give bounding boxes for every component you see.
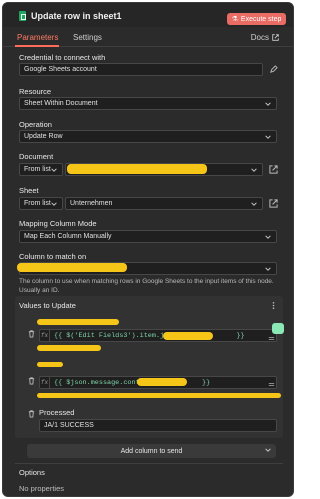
processed-input[interactable]: JA/1 SUCCESS	[39, 419, 277, 432]
execute-step-label: Execute step	[240, 15, 282, 23]
sheet-value: Unternehmen	[70, 200, 113, 207]
add-column-label: Add column to send	[120, 447, 183, 455]
options-label: Options	[19, 468, 45, 477]
drag-handle-icon[interactable]	[267, 380, 276, 389]
resource-select[interactable]: Sheet Within Document	[19, 97, 277, 110]
assistant-bot-icon[interactable]	[272, 323, 284, 334]
resource-value: Sheet Within Document	[24, 100, 98, 107]
external-link-icon[interactable]	[269, 199, 278, 208]
external-link-icon[interactable]	[269, 165, 278, 174]
mapping-mode-value: Map Each Column Manually	[24, 233, 112, 240]
chevron-down-icon	[51, 202, 57, 206]
trash-icon[interactable]	[27, 329, 36, 338]
expression-1-text: {{ $('Edit Fields3').item.json.	[54, 331, 181, 340]
tab-settings[interactable]: Settings	[73, 33, 102, 42]
credential-label: Credential to connect with	[19, 53, 106, 62]
credential-value: Google Sheets account	[24, 66, 97, 73]
sheet-label: Sheet	[19, 186, 39, 195]
values-to-update-label: Values to Update	[19, 301, 76, 310]
google-sheets-icon	[19, 11, 26, 21]
options-divider	[15, 463, 283, 464]
external-link-icon	[272, 34, 279, 41]
chevron-down-icon	[265, 102, 271, 106]
chevron-down-icon	[251, 168, 257, 172]
tab-bar: Parameters Settings Docs	[3, 31, 293, 47]
active-tab-indicator	[15, 45, 59, 47]
document-mode-value: From list	[24, 166, 51, 173]
sheet-mode-select[interactable]: From list	[19, 197, 63, 210]
chevron-down-icon	[265, 267, 271, 271]
redaction-mark	[37, 345, 101, 351]
operation-value: Update Row	[24, 133, 63, 140]
chevron-down-icon	[51, 168, 57, 172]
column-match-label: Column to match on	[19, 252, 87, 261]
drag-handle-icon[interactable]	[267, 334, 276, 343]
docs-link[interactable]: Docs	[251, 33, 279, 42]
sheet-select[interactable]: Unternehmen	[65, 197, 263, 210]
node-panel: Update row in sheet1 ⚗ Execute step Para…	[2, 2, 294, 497]
add-column-select[interactable]: Add column to send	[27, 444, 276, 458]
execute-step-button[interactable]: ⚗ Execute step	[227, 13, 286, 25]
mapping-mode-label: Mapping Column Mode	[19, 219, 97, 228]
redaction-mark	[17, 263, 127, 272]
fx-icon: fx	[40, 377, 50, 388]
resource-label: Resource	[19, 87, 52, 96]
processed-label: Processed	[39, 408, 75, 417]
tab-parameters[interactable]: Parameters	[17, 33, 58, 42]
expression-input-1[interactable]: fx {{ $('Edit Fields3').item.json. }}	[39, 329, 277, 342]
column-match-hint: The column to use when matching rows in …	[19, 278, 274, 294]
docs-label: Docs	[250, 33, 269, 42]
panel-header: Update row in sheet1 ⚗ Execute step	[3, 3, 293, 27]
chevron-down-icon	[265, 448, 271, 452]
flask-icon: ⚗	[231, 16, 238, 23]
document-mode-select[interactable]: From list	[19, 163, 63, 176]
chevron-down-icon	[251, 202, 257, 206]
expression-2-end: }}	[201, 378, 211, 387]
redaction-mark	[163, 332, 213, 340]
chevron-down-icon	[265, 235, 271, 239]
mapping-mode-select[interactable]: Map Each Column Manually	[19, 230, 277, 243]
fx-icon: fx	[40, 330, 50, 341]
redaction-mark	[37, 393, 281, 398]
no-properties-text: No properties	[19, 484, 65, 493]
node-title[interactable]: Update row in sheet1	[31, 11, 122, 21]
edit-pencil-icon[interactable]	[269, 65, 278, 74]
more-options-icon[interactable]	[269, 301, 278, 310]
credential-select[interactable]: Google Sheets account	[19, 63, 263, 76]
operation-label: Operation	[19, 120, 52, 129]
redaction-mark	[37, 319, 119, 325]
trash-icon[interactable]	[27, 409, 36, 418]
operation-select[interactable]: Update Row	[19, 130, 277, 143]
processed-value: JA/1 SUCCESS	[44, 422, 94, 429]
expression-1-end: }}	[236, 331, 245, 340]
trash-icon[interactable]	[27, 376, 36, 385]
document-label: Document	[19, 152, 54, 161]
chevron-down-icon	[265, 135, 271, 139]
sheet-mode-value: From list	[24, 200, 51, 207]
redaction-mark	[137, 378, 187, 386]
redaction-mark	[37, 362, 63, 367]
redaction-mark	[67, 164, 207, 174]
